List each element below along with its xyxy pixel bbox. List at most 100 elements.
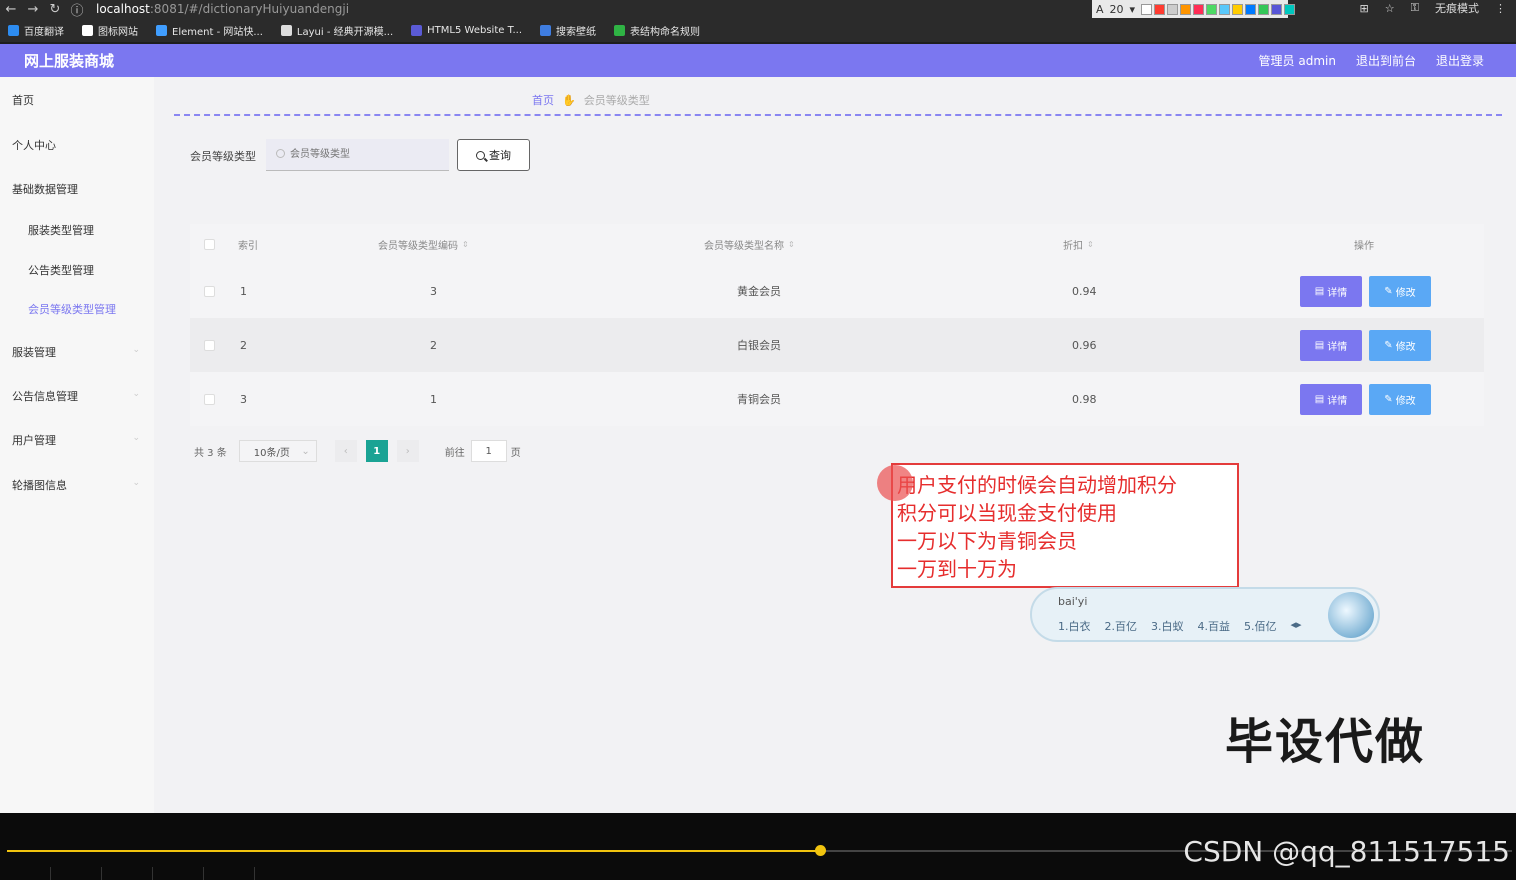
sidebar-item-users[interactable]: 用户管理	[12, 432, 56, 448]
sort-icon[interactable]: ⇕	[1087, 240, 1094, 249]
menu-icon[interactable]: ⋮	[1495, 2, 1506, 15]
search-input[interactable]	[266, 139, 449, 171]
to-front-link[interactable]: 退出到前台	[1356, 52, 1416, 69]
info-icon[interactable]: ⓘ	[66, 0, 88, 19]
chevron-down-icon[interactable]: ▾	[1130, 3, 1136, 16]
url-text[interactable]: localhost:8081/#/dictionaryHuiyuandengji	[96, 2, 349, 16]
sidebar-item-member-level[interactable]: 会员等级类型管理	[28, 301, 116, 317]
pagination: 共 3 条 10条/页 ⌄ ‹ 1 › 前往 1 页	[194, 440, 521, 462]
bookmark-item[interactable]: HTML5 Website T...	[411, 24, 522, 36]
edit-button-label: 修改	[1395, 287, 1416, 299]
video-thumbnail-strip	[0, 867, 255, 880]
edit-button[interactable]: ✎ 修改	[1369, 275, 1431, 307]
ime-candidate[interactable]: 3.白蚁	[1151, 618, 1184, 634]
ime-composition: bai'yi	[1058, 595, 1088, 608]
color-swatch[interactable]	[1193, 3, 1205, 15]
header-discount[interactable]: 折扣 ⇕	[1063, 224, 1094, 264]
star-icon[interactable]: ☆	[1385, 2, 1395, 15]
color-swatch[interactable]	[1258, 3, 1270, 15]
back-icon[interactable]: ←	[0, 2, 22, 17]
breadcrumb-home[interactable]: 首页	[532, 92, 554, 108]
sort-icon[interactable]: ⇕	[788, 240, 795, 249]
video-progress-handle[interactable]	[815, 845, 826, 856]
incognito-badge[interactable]: 无痕模式	[1435, 0, 1479, 16]
bookmark-item[interactable]: 搜索壁纸	[540, 23, 596, 38]
color-swatch[interactable]	[1219, 3, 1231, 15]
color-swatch[interactable]	[1206, 3, 1218, 15]
page-size-select[interactable]: 10条/页 ⌄	[238, 440, 317, 462]
zoom-value[interactable]: 20	[1110, 3, 1124, 16]
chevron-down-icon: ⌄	[132, 478, 140, 488]
edit-button[interactable]: ✎ 修改	[1369, 329, 1431, 361]
sort-icon[interactable]: ⇕	[462, 240, 469, 249]
bookmark-item[interactable]: 表结构命名规则	[614, 23, 700, 38]
bookmark-item[interactable]: 图标网站	[82, 23, 138, 38]
next-page-button[interactable]: ›	[396, 440, 419, 462]
color-swatch[interactable]	[1167, 3, 1179, 15]
translate-icon[interactable]: ⊞	[1360, 2, 1369, 15]
row-checkbox[interactable]	[204, 285, 215, 297]
cell-discount: 0.94	[1072, 284, 1097, 298]
table-header: 索引 会员等级类型编码 ⇕ 会员等级类型名称 ⇕ 折扣 ⇕ 操作	[190, 224, 1484, 264]
reload-icon[interactable]: ↻	[44, 2, 66, 17]
page-number[interactable]: 1	[365, 440, 388, 462]
detail-button[interactable]: ▤ 详情	[1300, 329, 1362, 361]
sidebar-item-base-data[interactable]: 基础数据管理	[12, 181, 78, 197]
hand-icon: ✋	[562, 93, 576, 107]
color-swatch[interactable]	[1141, 3, 1153, 15]
detail-button[interactable]: ▤ 详情	[1300, 275, 1362, 307]
ime-candidate[interactable]: 1.白衣	[1058, 618, 1091, 634]
color-swatch[interactable]	[1245, 3, 1257, 15]
bookmark-label: Element - 网站快...	[172, 26, 263, 38]
annotation-box: 用户支付的时候会自动增加积分 积分可以当现金支付使用 一万以下为青铜会员 一万到…	[891, 463, 1239, 588]
detail-button-label: 详情	[1327, 287, 1348, 299]
logout-link[interactable]: 退出登录	[1436, 52, 1484, 69]
sidebar-item-notice-type[interactable]: 公告类型管理	[28, 262, 94, 278]
sidebar-item-personal[interactable]: 个人中心	[12, 137, 56, 153]
edit-button[interactable]: ✎ 修改	[1369, 383, 1431, 415]
annotation-line: 用户支付的时候会自动增加积分	[897, 473, 1177, 497]
goto-page-input[interactable]: 1	[470, 440, 507, 462]
detail-button[interactable]: ▤ 详情	[1300, 383, 1362, 415]
color-swatch[interactable]	[1154, 3, 1166, 15]
prev-page-button[interactable]: ‹	[334, 440, 357, 462]
color-swatch[interactable]	[1284, 3, 1296, 15]
color-swatch[interactable]	[1180, 3, 1192, 15]
bookmark-favicon-icon	[614, 24, 626, 36]
total-count: 共 3 条	[194, 447, 227, 459]
header-name[interactable]: 会员等级类型名称 ⇕	[704, 224, 795, 264]
data-table: 索引 会员等级类型编码 ⇕ 会员等级类型名称 ⇕ 折扣 ⇕ 操作 1 3 黄金会员 0…	[190, 224, 1484, 426]
sidebar-item-notice-info[interactable]: 公告信息管理	[12, 388, 78, 404]
forward-icon[interactable]: →	[22, 2, 44, 17]
bookmark-favicon-icon	[8, 24, 19, 36]
admin-label[interactable]: 管理员 admin	[1259, 52, 1336, 69]
query-button[interactable]: 查询	[457, 139, 530, 171]
sidebar-item-clothing[interactable]: 服装管理	[12, 344, 56, 360]
ime-candidate[interactable]: 5.佰亿	[1244, 618, 1277, 634]
sidebar-item-clothing-type[interactable]: 服装类型管理	[28, 222, 94, 238]
row-checkbox[interactable]	[204, 393, 215, 405]
select-all-checkbox[interactable]	[204, 238, 215, 250]
color-picker-toolbar: A 20 ▾	[1092, 0, 1296, 18]
color-swatch[interactable]	[1232, 3, 1244, 15]
ime-page-arrows-icon[interactable]: ◂▸	[1291, 618, 1302, 634]
header-code[interactable]: 会员等级类型编码 ⇕	[378, 224, 469, 264]
sidebar-item-carousel[interactable]: 轮播图信息	[12, 477, 67, 493]
cell-discount: 0.96	[1072, 338, 1097, 352]
bookmark-item[interactable]: 百度翻译	[8, 23, 64, 38]
ime-candidate[interactable]: 4.百益	[1198, 618, 1231, 634]
bookmark-item[interactable]: Element - 网站快...	[156, 23, 263, 38]
cell-index: 2	[240, 338, 247, 352]
header-index-label: 索引	[238, 240, 258, 252]
ime-candidate[interactable]: 2.百亿	[1105, 618, 1138, 634]
table-row: 3 1 青铜会员 0.98 ▤ 详情 ✎ 修改	[190, 372, 1484, 426]
color-swatch[interactable]	[1271, 3, 1283, 15]
key-icon[interactable]: ⚿	[1411, 1, 1419, 15]
screen: ← → ↻ ⓘ localhost:8081/#/dictionaryHuiyu…	[0, 0, 1516, 880]
row-checkbox[interactable]	[204, 339, 215, 351]
cell-index: 3	[240, 392, 247, 406]
bookmark-item[interactable]: Layui - 经典开源模...	[280, 23, 393, 38]
font-icon[interactable]: A	[1096, 3, 1104, 16]
query-button-label: 查询	[489, 149, 511, 162]
sidebar-item-home[interactable]: 首页	[12, 92, 34, 108]
